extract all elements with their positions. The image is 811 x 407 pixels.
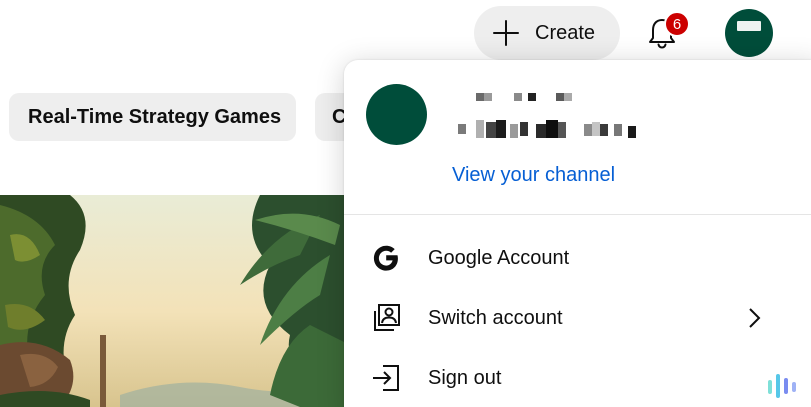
avatar-glyph [737, 21, 761, 31]
switch-account-icon [374, 304, 400, 331]
video-thumbnail[interactable] [0, 195, 350, 407]
plus-icon [491, 18, 521, 48]
menu-item-google-account[interactable]: Google Account [344, 228, 811, 288]
menu-item-label: Sign out [428, 366, 502, 389]
watermark-logo [768, 374, 796, 398]
sign-out-icon [373, 365, 399, 391]
menu-item-label: Google Account [428, 246, 570, 269]
chip-real-time-strategy-games[interactable]: Real-Time Strategy Games [9, 93, 296, 141]
menu-item-label: Switch account [428, 306, 563, 329]
menu-item-sign-out[interactable]: Sign out [344, 348, 811, 407]
youtube-page: Create 6 Real-Time Strategy Games C View… [0, 0, 811, 407]
menu-account-avatar [366, 84, 427, 145]
account-menu: View your channel Google Account Switch … [344, 60, 811, 407]
chevron-right-icon [749, 308, 761, 328]
menu-item-switch-account[interactable]: Switch account [344, 288, 811, 348]
create-button[interactable]: Create [474, 6, 620, 60]
view-your-channel-link[interactable]: View your channel [452, 164, 615, 187]
create-label: Create [535, 21, 596, 44]
account-avatar[interactable] [725, 9, 773, 57]
menu-divider [344, 214, 811, 215]
notification-count-badge: 6 [664, 11, 690, 37]
google-icon [373, 245, 398, 271]
